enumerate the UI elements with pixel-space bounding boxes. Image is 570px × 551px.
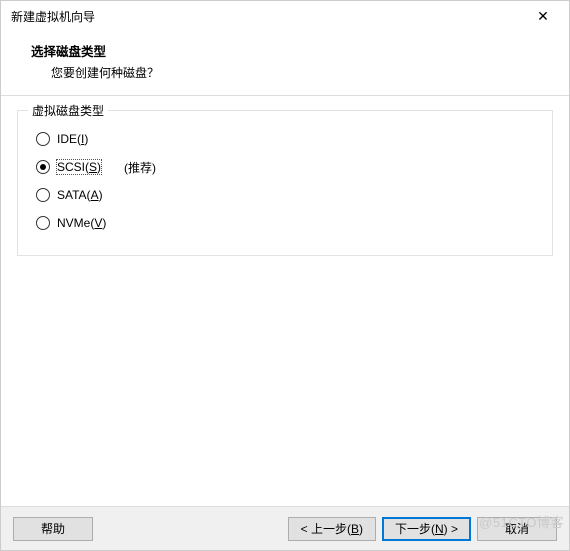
close-icon: ✕ [537,8,549,25]
cancel-button[interactable]: 取消 [477,517,557,541]
window-title: 新建虚拟机向导 [11,8,523,25]
radio-scsi-label[interactable]: SCSI(S) [56,159,102,175]
radio-ide-label[interactable]: IDE(I) [56,131,89,147]
wizard-footer: 帮助 < 上一步(B) 下一步(N) > 取消 [1,506,569,550]
page-subtitle: 您要创建何种磁盘？ [31,64,551,81]
help-button[interactable]: 帮助 [13,517,93,541]
wizard-content: 虚拟磁盘类型 IDE(I) SCSI(S) (推荐) SATA(A) NVMe(… [1,96,569,506]
disk-type-group: 虚拟磁盘类型 IDE(I) SCSI(S) (推荐) SATA(A) NVMe(… [17,110,553,256]
radio-scsi[interactable] [36,160,50,174]
radio-sata-label[interactable]: SATA(A) [56,187,104,203]
back-button[interactable]: < 上一步(B) [288,517,376,541]
close-button[interactable]: ✕ [523,2,563,30]
radio-row-scsi: SCSI(S) (推荐) [36,153,534,181]
radio-sata[interactable] [36,188,50,202]
radio-nvme-label[interactable]: NVMe(V) [56,215,107,231]
recommended-label: (推荐) [124,159,156,176]
wizard-window: 新建虚拟机向导 ✕ 选择磁盘类型 您要创建何种磁盘？ 虚拟磁盘类型 IDE(I)… [0,0,570,551]
radio-ide[interactable] [36,132,50,146]
next-button[interactable]: 下一步(N) > [382,517,471,541]
group-title: 虚拟磁盘类型 [28,102,108,119]
radio-row-ide: IDE(I) [36,125,534,153]
radio-row-sata: SATA(A) [36,181,534,209]
page-title: 选择磁盘类型 [31,41,551,60]
radio-row-nvme: NVMe(V) [36,209,534,237]
radio-nvme[interactable] [36,216,50,230]
wizard-header: 选择磁盘类型 您要创建何种磁盘？ [1,31,569,95]
titlebar: 新建虚拟机向导 ✕ [1,1,569,31]
